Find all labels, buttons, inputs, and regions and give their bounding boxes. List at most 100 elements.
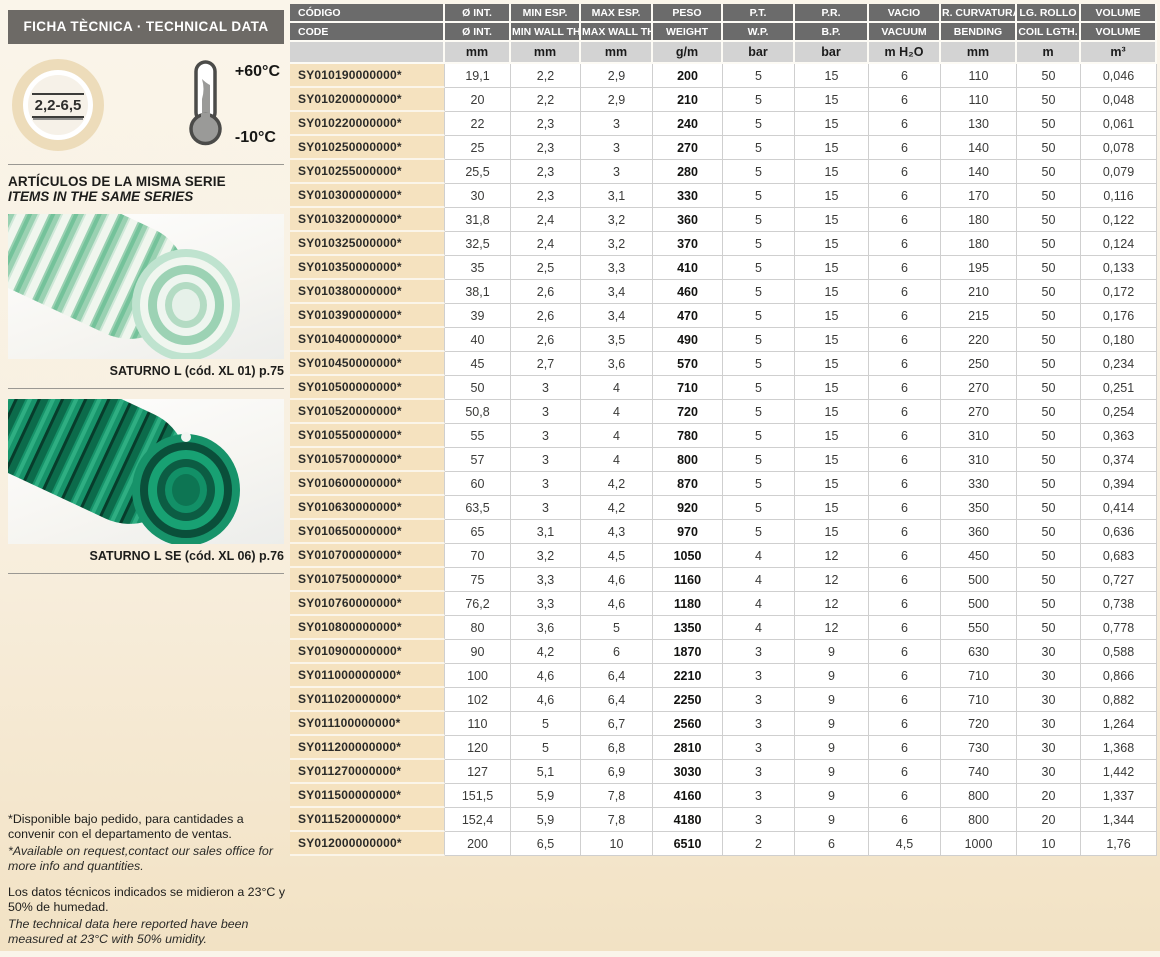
table-row: SY011000000000*1004,66,42210396710300,86… — [290, 664, 1157, 688]
value-cell: 0,882 — [1081, 688, 1157, 712]
value-cell: 15 — [795, 328, 869, 352]
value-cell: 9 — [795, 640, 869, 664]
value-cell: 30 — [445, 184, 511, 208]
code-cell: SY010630000000* — [290, 496, 445, 520]
code-cell: SY010900000000* — [290, 640, 445, 664]
value-cell: 140 — [941, 160, 1017, 184]
value-cell: 151,5 — [445, 784, 511, 808]
value-cell: 25,5 — [445, 160, 511, 184]
value-cell: 7,8 — [581, 784, 653, 808]
value-cell: 0,254 — [1081, 400, 1157, 424]
value-cell: 780 — [653, 424, 723, 448]
value-cell: 3,2 — [581, 208, 653, 232]
value-cell: 5 — [723, 448, 795, 472]
units-row: mmmmmmg/mbarbarm H₂Ommmm³ — [290, 42, 1157, 64]
value-cell: 76,2 — [445, 592, 511, 616]
value-cell: 920 — [653, 496, 723, 520]
value-cell: 15 — [795, 160, 869, 184]
value-cell: 30 — [1017, 760, 1081, 784]
value-cell: 450 — [941, 544, 1017, 568]
code-cell: SY011520000000* — [290, 808, 445, 832]
code-cell: SY010400000000* — [290, 328, 445, 352]
value-cell: 5 — [511, 712, 581, 736]
column-header: MIN WALL TH. — [511, 23, 581, 42]
value-cell: 740 — [941, 760, 1017, 784]
value-cell: 3 — [581, 136, 653, 160]
code-cell: SY011100000000* — [290, 712, 445, 736]
value-cell: 5 — [723, 376, 795, 400]
value-cell: 1180 — [653, 592, 723, 616]
value-cell: 50 — [445, 376, 511, 400]
value-cell: 25 — [445, 136, 511, 160]
value-cell: 55 — [445, 424, 511, 448]
value-cell: 2810 — [653, 736, 723, 760]
value-cell: 6 — [869, 664, 941, 688]
value-cell: 7,8 — [581, 808, 653, 832]
value-cell: 800 — [653, 448, 723, 472]
value-cell: 2250 — [653, 688, 723, 712]
value-cell: 12 — [795, 568, 869, 592]
value-cell: 0,588 — [1081, 640, 1157, 664]
value-cell: 1870 — [653, 640, 723, 664]
value-cell: 57 — [445, 448, 511, 472]
value-cell: 100 — [445, 664, 511, 688]
table-row: SY010450000000*452,73,65705156250500,234 — [290, 352, 1157, 376]
value-cell: 410 — [653, 256, 723, 280]
code-cell: SY010570000000* — [290, 448, 445, 472]
series-headings: ARTÍCULOS DE LA MISMA SERIE ITEMS IN THE… — [8, 174, 284, 204]
value-cell: 50,8 — [445, 400, 511, 424]
value-cell: 20 — [1017, 784, 1081, 808]
value-cell: 0,048 — [1081, 88, 1157, 112]
table-row: SY010400000000*402,63,54905156220500,180 — [290, 328, 1157, 352]
value-cell: 75 — [445, 568, 511, 592]
value-cell: 50 — [1017, 592, 1081, 616]
value-cell: 30 — [1017, 664, 1081, 688]
value-cell: 215 — [941, 304, 1017, 328]
value-cell: 50 — [1017, 352, 1081, 376]
value-cell: 310 — [941, 448, 1017, 472]
value-cell: 3 — [723, 736, 795, 760]
page-title: FICHA TÈCNICA · TECHNICAL DATA — [8, 10, 284, 44]
value-cell: 6 — [869, 328, 941, 352]
value-cell: 4160 — [653, 784, 723, 808]
code-cell: SY010325000000* — [290, 232, 445, 256]
value-cell: 6 — [869, 136, 941, 160]
value-cell: 65 — [445, 520, 511, 544]
value-cell: 15 — [795, 304, 869, 328]
product-caption-saturno-l: SATURNO L (cód. XL 01) p.75 — [8, 364, 284, 378]
column-unit: mm — [445, 42, 511, 64]
code-cell: SY010200000000* — [290, 88, 445, 112]
column-header: P.T. — [723, 4, 795, 23]
value-cell: 12 — [795, 544, 869, 568]
code-cell: SY011000000000* — [290, 664, 445, 688]
code-cell: SY010220000000* — [290, 112, 445, 136]
value-cell: 5 — [723, 208, 795, 232]
value-cell: 6 — [869, 184, 941, 208]
value-cell: 5,9 — [511, 784, 581, 808]
code-cell: SY010320000000* — [290, 208, 445, 232]
value-cell: 6 — [869, 232, 941, 256]
table-row: SY011520000000*152,45,97,84180396800201,… — [290, 808, 1157, 832]
value-cell: 6 — [869, 424, 941, 448]
value-cell: 2,6 — [511, 328, 581, 352]
value-cell: 500 — [941, 568, 1017, 592]
value-cell: 270 — [941, 376, 1017, 400]
value-cell: 9 — [795, 712, 869, 736]
value-cell: 50 — [1017, 112, 1081, 136]
value-cell: 50 — [1017, 400, 1081, 424]
value-cell: 200 — [445, 832, 511, 856]
value-cell: 1,344 — [1081, 808, 1157, 832]
column-header: B.P. — [795, 23, 869, 42]
value-cell: 0,727 — [1081, 568, 1157, 592]
column-header: PESO — [653, 4, 723, 23]
value-cell: 3 — [511, 400, 581, 424]
datasheet-page: FICHA TÈCNICA · TECHNICAL DATA 2,2-6,5 +… — [0, 0, 1160, 951]
table-row: SY010600000000*6034,28705156330500,394 — [290, 472, 1157, 496]
value-cell: 20 — [1017, 808, 1081, 832]
code-cell: SY010450000000* — [290, 352, 445, 376]
table-row: SY010300000000*302,33,13305156170500,116 — [290, 184, 1157, 208]
value-cell: 3 — [723, 760, 795, 784]
value-cell: 19,1 — [445, 64, 511, 88]
value-cell: 50 — [1017, 280, 1081, 304]
value-cell: 15 — [795, 280, 869, 304]
